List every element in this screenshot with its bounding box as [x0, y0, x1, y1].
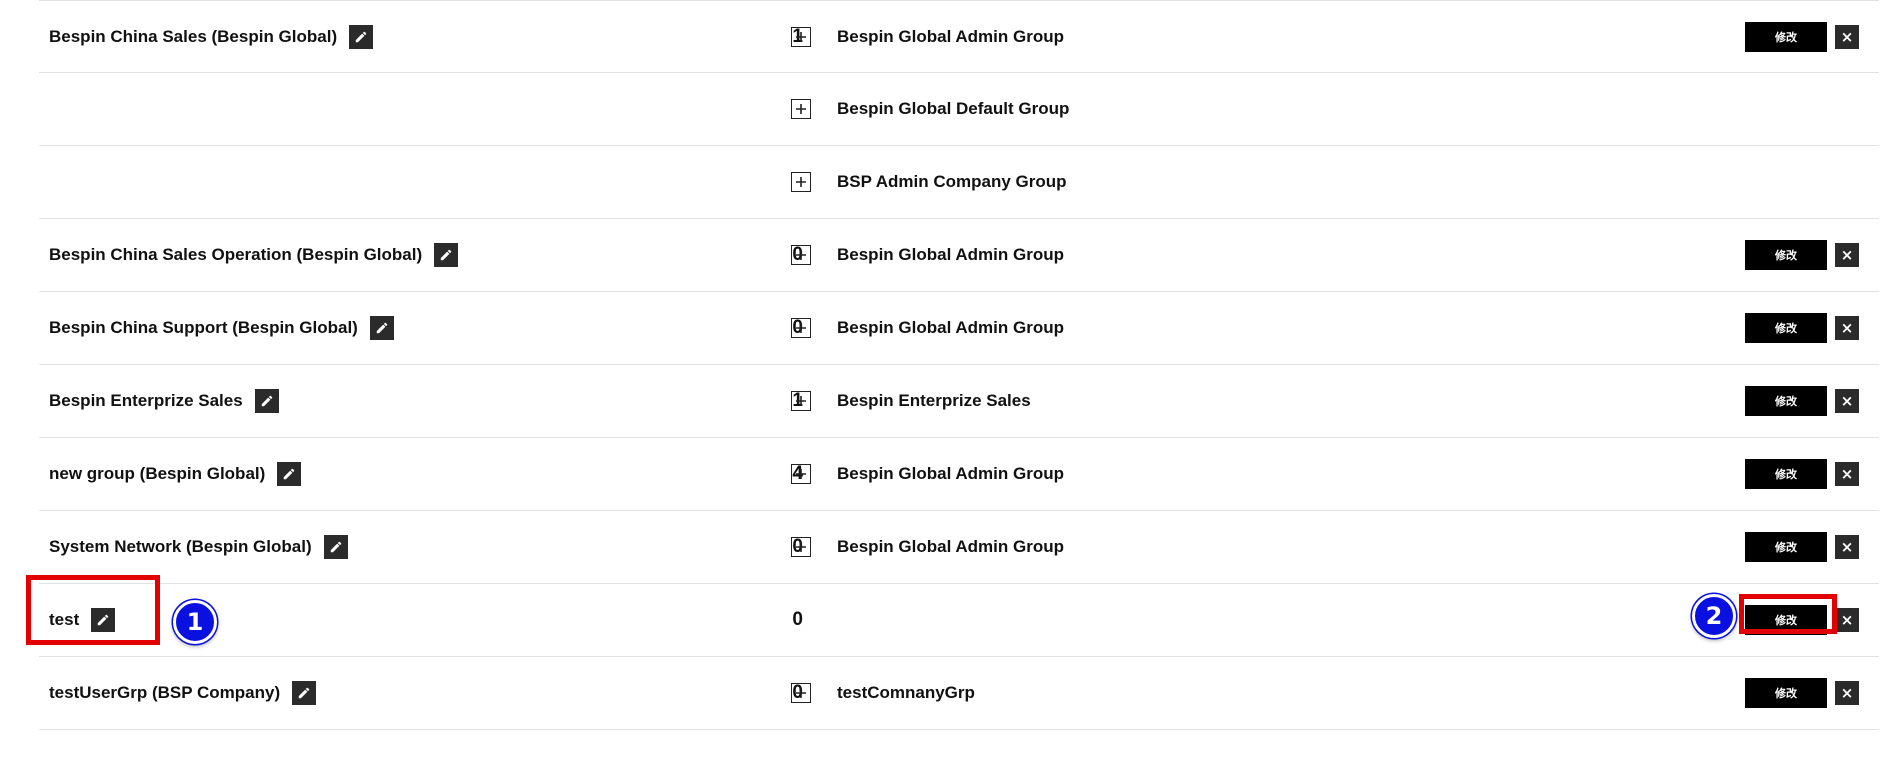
close-icon[interactable]: × — [1835, 316, 1859, 340]
plus-square-icon[interactable] — [791, 537, 811, 557]
modify-button[interactable]: 修改 — [1745, 386, 1827, 416]
close-icon[interactable]: × — [1835, 535, 1859, 559]
linked-group-name: Bespin Global Admin Group — [837, 537, 1064, 556]
group-name-cell: Bespin China Support (Bespin Global) — [49, 292, 394, 364]
group-name-cell: testUserGrp (BSP Company) — [49, 657, 317, 729]
close-icon[interactable]: × — [1835, 462, 1859, 486]
pencil-icon[interactable] — [323, 535, 348, 559]
table-row: Bespin Global Default Group — [39, 73, 1879, 146]
plus-square-icon[interactable] — [791, 318, 811, 338]
linked-group-name: Bespin Global Admin Group — [837, 464, 1064, 483]
modify-button[interactable]: 修改 — [1745, 21, 1827, 52]
table-row: Bespin China Sales (Bespin Global) 1 Bes… — [39, 0, 1879, 73]
member-count: 0 — [792, 609, 803, 630]
group-name-cell: Bespin China Sales (Bespin Global) — [49, 1, 374, 72]
pencil-icon[interactable] — [369, 316, 394, 340]
linked-group-name: BSP Admin Company Group — [837, 172, 1067, 191]
step1-highlight — [26, 575, 160, 645]
pencil-icon[interactable] — [277, 462, 302, 486]
plus-square-icon[interactable] — [791, 99, 811, 119]
pencil-icon[interactable] — [292, 681, 317, 705]
group-name: Bespin Enterprize Sales — [49, 391, 243, 410]
table-row: BSP Admin Company Group — [39, 146, 1879, 219]
plus-square-icon[interactable] — [791, 26, 811, 47]
group-name: testUserGrp (BSP Company) — [49, 683, 281, 702]
user-group-table: Bespin China Sales (Bespin Global) 1 Bes… — [39, 0, 1879, 730]
group-name: Bespin China Support (Bespin Global) — [49, 318, 358, 337]
linked-group-name: Bespin Global Admin Group — [837, 318, 1064, 337]
table-row: Bespin Enterprize Sales 1 Bespin Enterpr… — [39, 365, 1879, 438]
close-icon[interactable]: × — [1835, 681, 1859, 705]
group-name: System Network (Bespin Global) — [49, 537, 312, 556]
table-row: System Network (Bespin Global) 0 Bespin … — [39, 511, 1879, 584]
close-icon[interactable]: × — [1835, 24, 1859, 49]
table-row: testUserGrp (BSP Company) 0 testComnanyG… — [39, 657, 1879, 730]
pencil-icon[interactable] — [254, 389, 279, 413]
pencil-icon[interactable] — [349, 24, 374, 49]
group-name-cell: Bespin China Sales Operation (Bespin Glo… — [49, 219, 459, 291]
modify-button[interactable]: 修改 — [1745, 459, 1827, 489]
modify-button[interactable]: 修改 — [1745, 313, 1827, 343]
group-name-cell: System Network (Bespin Global) — [49, 511, 348, 583]
close-icon[interactable]: × — [1835, 608, 1859, 632]
step2-badge: 2 — [1692, 594, 1736, 638]
pencil-icon[interactable] — [434, 243, 459, 267]
plus-square-icon[interactable] — [791, 172, 811, 192]
step1-badge: 1 — [173, 600, 217, 644]
table-row: Bespin China Sales Operation (Bespin Glo… — [39, 219, 1879, 292]
group-name: new group (Bespin Global) — [49, 464, 266, 483]
linked-group-name: testComnanyGrp — [837, 683, 975, 702]
linked-group-name: Bespin Enterprize Sales — [837, 391, 1031, 410]
table-row: Bespin China Support (Bespin Global) 0 B… — [39, 292, 1879, 365]
close-icon[interactable]: × — [1835, 389, 1859, 413]
plus-square-icon[interactable] — [791, 464, 811, 484]
modify-button[interactable]: 修改 — [1745, 240, 1827, 270]
modify-button[interactable]: 修改 — [1745, 532, 1827, 562]
group-name: Bespin China Sales Operation (Bespin Glo… — [49, 245, 423, 264]
modify-button[interactable]: 修改 — [1745, 678, 1827, 708]
linked-group-name: Bespin Global Admin Group — [837, 245, 1064, 264]
group-name-cell: Bespin Enterprize Sales — [49, 365, 279, 437]
table-row: new group (Bespin Global) 4 Bespin Globa… — [39, 438, 1879, 511]
table-row: test 0 修改 × — [39, 584, 1879, 657]
group-name-cell: new group (Bespin Global) — [49, 438, 302, 510]
close-icon[interactable]: × — [1835, 243, 1859, 267]
plus-square-icon[interactable] — [791, 245, 811, 265]
linked-group-name: Bespin Global Default Group — [837, 99, 1070, 118]
linked-group-name: Bespin Global Admin Group — [837, 26, 1064, 46]
plus-square-icon[interactable] — [791, 391, 811, 411]
group-name: Bespin China Sales (Bespin Global) — [49, 26, 338, 46]
plus-square-icon[interactable] — [791, 683, 811, 703]
step2-highlight — [1739, 594, 1837, 634]
